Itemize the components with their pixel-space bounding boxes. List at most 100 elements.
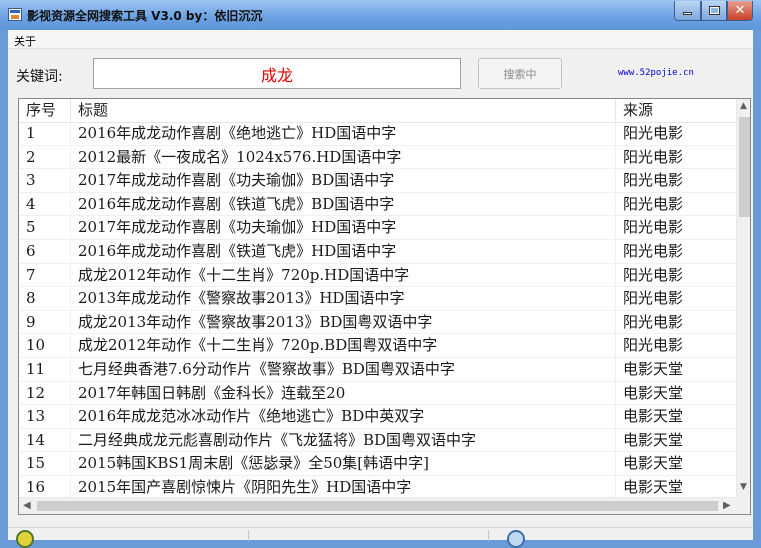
search-button[interactable]: 搜索中 <box>478 58 562 89</box>
maximize-button[interactable] <box>701 1 727 21</box>
scroll-up-icon[interactable]: ▲ <box>740 101 747 111</box>
row-title: 2015韩国KBS1周末剧《惩毖录》全50集[韩语中字] <box>71 452 616 476</box>
row-number: 6 <box>19 239 71 263</box>
menu-bar: 关于 <box>8 30 753 49</box>
row-number: 11 <box>19 357 71 381</box>
table-row[interactable]: 4 2016年成龙动作喜剧《铁道飞虎》BD国语中字 阳光电影 <box>19 192 737 217</box>
table-row[interactable]: 16 2015年国产喜剧惊悚片《阴阳先生》HD国语中字 电影天堂 <box>19 475 737 500</box>
row-number: 10 <box>19 334 71 358</box>
row-title: 2012最新《一夜成名》1024x576.HD国语中字 <box>71 145 616 169</box>
table-row[interactable]: 11 七月经典香港7.6分动作片《警察故事》BD国粤双语中字 电影天堂 <box>19 357 737 382</box>
row-source: 电影天堂 <box>616 405 737 429</box>
row-source: 电影天堂 <box>616 475 737 499</box>
app-window: 影视资源全网搜索工具 V3.0 by：依旧沉沉 ✕ 关于 关键词: 搜索中 ww… <box>0 0 761 548</box>
row-source: 阳光电影 <box>616 169 737 193</box>
status-divider <box>248 530 249 541</box>
row-title: 成龙2012年动作《十二生肖》720p.HD国语中字 <box>71 263 616 287</box>
row-title: 二月经典成龙元彪喜剧动作片《飞龙猛将》BD国粤双语中字 <box>71 428 616 452</box>
row-title: 2015年国产喜剧惊悚片《阴阳先生》HD国语中字 <box>71 475 616 499</box>
column-header-title[interactable]: 标题 <box>71 99 616 122</box>
row-title: 2017年成龙动作喜剧《功夫瑜伽》BD国语中字 <box>71 169 616 193</box>
row-source: 电影天堂 <box>616 452 737 476</box>
minimize-icon <box>683 12 692 15</box>
row-title: 2013年成龙动作《警察故事2013》HD国语中字 <box>71 287 616 311</box>
title-bar[interactable]: 影视资源全网搜索工具 V3.0 by：依旧沉沉 ✕ <box>0 0 761 30</box>
table-row[interactable]: 9 成龙2013年动作《警察故事2013》BD国粤双语中字 阳光电影 <box>19 310 737 335</box>
scroll-corner <box>736 497 750 514</box>
row-title: 2016年成龙范冰冰动作片《绝地逃亡》BD中英双字 <box>71 405 616 429</box>
window-title: 影视资源全网搜索工具 V3.0 by：依旧沉沉 <box>27 9 263 23</box>
row-source: 阳光电影 <box>616 122 737 145</box>
row-source: 阳光电影 <box>616 145 737 169</box>
minimize-button[interactable] <box>674 1 701 21</box>
row-source: 阳光电影 <box>616 216 737 240</box>
site-link[interactable]: www.52pojie.cn <box>618 68 694 78</box>
table-row[interactable]: 5 2017年成龙动作喜剧《功夫瑜伽》HD国语中字 阳光电影 <box>19 216 737 240</box>
row-number: 2 <box>19 145 71 169</box>
row-number: 7 <box>19 263 71 287</box>
maximize-icon <box>708 6 720 15</box>
table-row[interactable]: 2 2012最新《一夜成名》1024x576.HD国语中字 阳光电影 <box>19 145 737 170</box>
row-number: 3 <box>19 169 71 193</box>
result-rows: 1 2016年成龙动作喜剧《绝地逃亡》HD国语中字 阳光电影 2 2012最新《一夜成名… <box>19 122 737 500</box>
vertical-scroll-thumb[interactable] <box>739 117 750 217</box>
row-title: 成龙2012年动作《十二生肖》720p.BD国粤双语中字 <box>71 334 616 358</box>
row-title: 2017年韩国日韩剧《金科长》连载至20 <box>71 381 616 405</box>
row-title: 2017年成龙动作喜剧《功夫瑜伽》HD国语中字 <box>71 216 616 240</box>
row-source: 阳光电影 <box>616 287 737 311</box>
scroll-left-icon[interactable]: ◀ <box>23 500 31 511</box>
table-row[interactable]: 6 2016年成龙动作喜剧《铁道飞虎》HD国语中字 阳光电影 <box>19 239 737 264</box>
row-source: 电影天堂 <box>616 357 737 381</box>
row-number: 8 <box>19 287 71 311</box>
row-source: 阳光电影 <box>616 310 737 334</box>
status-bar <box>8 527 753 548</box>
row-title: 七月经典香港7.6分动作片《警察故事》BD国粤双语中字 <box>71 357 616 381</box>
horizontal-scrollbar[interactable]: ◀ ▶ <box>19 497 736 514</box>
column-header-number[interactable]: 序号 <box>19 99 71 122</box>
menu-item-about[interactable]: 关于 <box>14 33 36 49</box>
row-source: 电影天堂 <box>616 381 737 405</box>
row-title: 成龙2013年动作《警察故事2013》BD国粤双语中字 <box>71 310 616 334</box>
client-area: 关于 关键词: 搜索中 www.52pojie.cn 序号 标题 来源 1201… <box>8 30 753 548</box>
vertical-scrollbar[interactable]: ▲ ▼ <box>736 99 750 497</box>
keyword-input[interactable] <box>93 58 461 89</box>
row-number: 9 <box>19 310 71 334</box>
row-title: 2016年成龙动作喜剧《铁道飞虎》HD国语中字 <box>71 239 616 263</box>
row-number: 16 <box>19 475 71 499</box>
table-row[interactable]: 7 成龙2012年动作《十二生肖》720p.HD国语中字 阳光电影 <box>19 263 737 288</box>
list-header: 序号 标题 来源 <box>19 99 737 123</box>
status-info-icon <box>507 530 525 548</box>
close-icon: ✕ <box>734 3 746 18</box>
status-divider <box>488 530 489 541</box>
row-source: 阳光电影 <box>616 192 737 216</box>
close-button[interactable]: ✕ <box>727 1 753 21</box>
table-row[interactable]: 10 成龙2012年动作《十二生肖》720p.BD国粤双语中字 阳光电影 <box>19 334 737 358</box>
row-title: 2016年成龙动作喜剧《绝地逃亡》HD国语中字 <box>71 122 616 145</box>
app-icon <box>8 8 22 21</box>
table-row[interactable]: 14 二月经典成龙元彪喜剧动作片《飞龙猛将》BD国粤双语中字 电影天堂 <box>19 428 737 453</box>
table-row[interactable]: 13 2016年成龙范冰冰动作片《绝地逃亡》BD中英双字 电影天堂 <box>19 405 737 429</box>
keyword-label: 关键词: <box>16 69 63 85</box>
table-row[interactable]: 8 2013年成龙动作《警察故事2013》HD国语中字 阳光电影 <box>19 287 737 311</box>
row-number: 5 <box>19 216 71 240</box>
row-number: 14 <box>19 428 71 452</box>
column-header-source[interactable]: 来源 <box>616 99 737 122</box>
status-ok-icon <box>16 530 34 548</box>
row-source: 阳光电影 <box>616 263 737 287</box>
row-number: 1 <box>19 122 71 145</box>
row-source: 阳光电影 <box>616 239 737 263</box>
scroll-right-icon[interactable]: ▶ <box>723 500 731 511</box>
row-title: 2016年成龙动作喜剧《铁道飞虎》BD国语中字 <box>71 192 616 216</box>
results-list[interactable]: 序号 标题 来源 1 2016年成龙动作喜剧《绝地逃亡》HD国语中字 阳光电影 2 20… <box>18 98 751 515</box>
table-row[interactable]: 12 2017年韩国日韩剧《金科长》连载至20 电影天堂 <box>19 381 737 406</box>
row-source: 阳光电影 <box>616 334 737 358</box>
horizontal-scroll-thumb[interactable] <box>37 501 718 511</box>
table-row[interactable]: 1 2016年成龙动作喜剧《绝地逃亡》HD国语中字 阳光电影 <box>19 122 737 146</box>
row-number: 13 <box>19 405 71 429</box>
table-row[interactable]: 3 2017年成龙动作喜剧《功夫瑜伽》BD国语中字 阳光电影 <box>19 169 737 193</box>
scroll-down-icon[interactable]: ▼ <box>740 482 747 492</box>
row-number: 15 <box>19 452 71 476</box>
row-source: 电影天堂 <box>616 428 737 452</box>
table-row[interactable]: 15 2015韩国KBS1周末剧《惩毖录》全50集[韩语中字] 电影天堂 <box>19 452 737 476</box>
row-number: 4 <box>19 192 71 216</box>
